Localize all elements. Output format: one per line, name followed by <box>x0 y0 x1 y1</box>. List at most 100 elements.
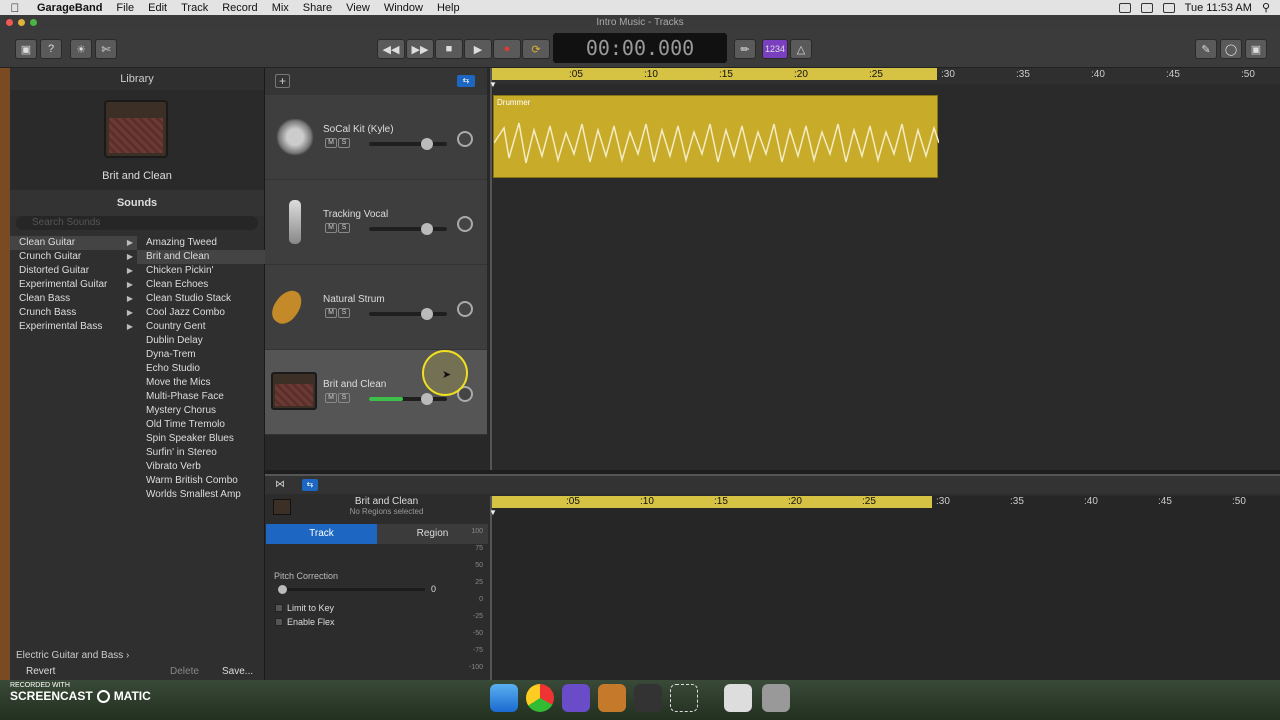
screenshot-icon[interactable] <box>670 684 698 712</box>
sound-item[interactable]: Echo Studio <box>137 362 265 376</box>
sound-item[interactable]: Brit and Clean <box>137 250 265 264</box>
volume-knob[interactable] <box>421 308 433 320</box>
battery-icon[interactable] <box>1162 2 1175 13</box>
stop-button[interactable]: ■ <box>435 39 463 59</box>
menu-edit[interactable]: Edit <box>141 2 174 14</box>
flex-icon[interactable]: ⇆ <box>302 479 318 491</box>
revert-button[interactable]: Revert <box>26 666 55 677</box>
count-in-button[interactable]: 1234 <box>762 39 788 59</box>
volume-slider[interactable] <box>369 138 447 150</box>
record-button[interactable]: ● <box>493 39 521 59</box>
sound-item[interactable]: Vibrato Verb <box>137 460 265 474</box>
minimize-window-button[interactable] <box>18 19 25 26</box>
sound-item[interactable]: Spin Speaker Blues <box>137 432 265 446</box>
volume-knob[interactable] <box>421 223 433 235</box>
add-track-button[interactable]: + <box>275 74 290 88</box>
garageband-icon[interactable] <box>598 684 626 712</box>
category-item[interactable]: Crunch Bass ▶ <box>10 306 137 320</box>
fast-forward-button[interactable]: ▶▶ <box>406 39 434 59</box>
sound-item[interactable]: Cool Jazz Combo <box>137 306 265 320</box>
solo-headphones-icon[interactable]: S <box>338 223 350 233</box>
trash-icon[interactable] <box>762 684 790 712</box>
solo-headphones-icon[interactable]: S <box>338 393 350 403</box>
menu-mix[interactable]: Mix <box>265 2 296 14</box>
category-item[interactable]: Experimental Guitar ▶ <box>10 278 137 292</box>
editor-scissors-icon[interactable]: ⋈ <box>275 479 285 490</box>
save-button[interactable]: Save... <box>222 666 253 677</box>
sound-item[interactable]: Move the Mics <box>137 376 265 390</box>
close-window-button[interactable] <box>6 19 13 26</box>
clock[interactable]: Tue 11:53 AM <box>1185 2 1252 14</box>
delete-button[interactable]: Delete <box>170 666 199 677</box>
track-header-tracking-vocal[interactable]: Tracking Vocal M S <box>265 180 487 265</box>
menu-view[interactable]: View <box>339 2 377 14</box>
playhead-icon[interactable]: ▼ <box>489 80 497 89</box>
sound-item[interactable]: Clean Echoes <box>137 278 265 292</box>
track-header-natural-strum[interactable]: Natural Strum M S <box>265 265 487 350</box>
menu-track[interactable]: Track <box>174 2 215 14</box>
solo-headphones-icon[interactable]: S <box>338 138 350 148</box>
volume-slider[interactable] <box>369 308 447 320</box>
search-sounds-input[interactable]: Search Sounds <box>16 216 258 230</box>
sound-item[interactable]: Worlds Smallest Amp <box>137 488 265 502</box>
sound-item[interactable]: Mystery Chorus <box>137 404 265 418</box>
track-header-socal-kit[interactable]: SoCal Kit (Kyle) M S <box>265 95 487 180</box>
sound-item[interactable]: Dyna-Trem <box>137 348 265 362</box>
help-icon[interactable]: ? <box>40 39 62 59</box>
limit-to-key-checkbox[interactable]: Limit to Key <box>275 603 334 613</box>
menu-app[interactable]: GarageBand <box>30 2 109 14</box>
playhead-icon[interactable]: ▼ <box>489 508 497 517</box>
drummer-region[interactable]: Drummer <box>493 95 939 178</box>
sound-item[interactable]: Chicken Pickin' <box>137 264 265 278</box>
mute-icon[interactable]: M <box>325 223 337 233</box>
category-item[interactable]: Distorted Guitar ▶ <box>10 264 137 278</box>
status-icon[interactable] <box>1118 2 1131 13</box>
mute-icon[interactable]: M <box>325 393 337 403</box>
category-item[interactable]: Crunch Guitar ▶ <box>10 250 137 264</box>
pan-knob[interactable] <box>457 131 473 147</box>
pitch-correction-slider[interactable] <box>278 585 425 594</box>
smart-controls-icon[interactable]: ☀ <box>70 39 92 59</box>
mute-icon[interactable]: M <box>325 138 337 148</box>
pitch-correction-knob[interactable] <box>278 585 287 594</box>
checkbox-box[interactable] <box>275 618 283 626</box>
sound-item[interactable]: Country Gent <box>137 320 265 334</box>
rewind-button[interactable]: ◀◀ <box>377 39 405 59</box>
menu-help[interactable]: Help <box>430 2 467 14</box>
notepad-icon[interactable]: ✎ <box>1195 39 1217 59</box>
volume-knob[interactable] <box>421 138 433 150</box>
wifi-icon[interactable] <box>1140 2 1153 13</box>
library-breadcrumb[interactable]: Electric Guitar and Bass › <box>16 650 129 661</box>
smart-tempo-icon[interactable]: ⇆ <box>457 75 475 87</box>
volume-slider[interactable] <box>369 393 447 405</box>
menu-window[interactable]: Window <box>377 2 430 14</box>
editor-timeline[interactable]: :05 :10 :15 :20 :25 :30 :35 :40 :45 :50 … <box>489 496 1280 682</box>
sound-item[interactable]: Old Time Tremolo <box>137 418 265 432</box>
pan-knob[interactable] <box>457 216 473 232</box>
sound-item[interactable]: Amazing Tweed <box>137 236 265 250</box>
checkbox-box[interactable] <box>275 604 283 612</box>
sound-item[interactable]: Warm British Combo <box>137 474 265 488</box>
enable-flex-checkbox[interactable]: Enable Flex <box>275 617 335 627</box>
tracks-timeline[interactable]: :05 :10 :15 :20 :25 :30 :35 :40 :45 :50 … <box>489 68 1280 470</box>
menu-record[interactable]: Record <box>215 2 264 14</box>
chrome-icon[interactable] <box>526 684 554 712</box>
category-item[interactable]: Experimental Bass ▶ <box>10 320 137 334</box>
apple-menu-icon[interactable]:  <box>0 1 30 15</box>
media-browser-icon[interactable]: ▣ <box>1245 39 1267 59</box>
menu-file[interactable]: File <box>109 2 141 14</box>
finder-icon[interactable] <box>490 684 518 712</box>
volume-slider[interactable] <box>369 223 447 235</box>
mute-icon[interactable]: M <box>325 308 337 318</box>
zoom-window-button[interactable] <box>30 19 37 26</box>
menu-share[interactable]: Share <box>296 2 339 14</box>
cycle-button[interactable]: ⟳ <box>522 39 550 59</box>
metronome-icon[interactable]: △ <box>790 39 812 59</box>
play-button[interactable]: ▶ <box>464 39 492 59</box>
sound-item[interactable]: Multi-Phase Face <box>137 390 265 404</box>
timeline-ruler[interactable]: :05 :10 :15 :20 :25 :30 :35 :40 :45 :50 <box>492 68 1280 84</box>
library-icon[interactable]: ▣ <box>15 39 37 59</box>
editors-scissors-icon[interactable]: ✄ <box>95 39 117 59</box>
spotlight-icon[interactable]: ⚲ <box>1262 1 1270 14</box>
tab-track[interactable]: Track <box>266 524 377 544</box>
